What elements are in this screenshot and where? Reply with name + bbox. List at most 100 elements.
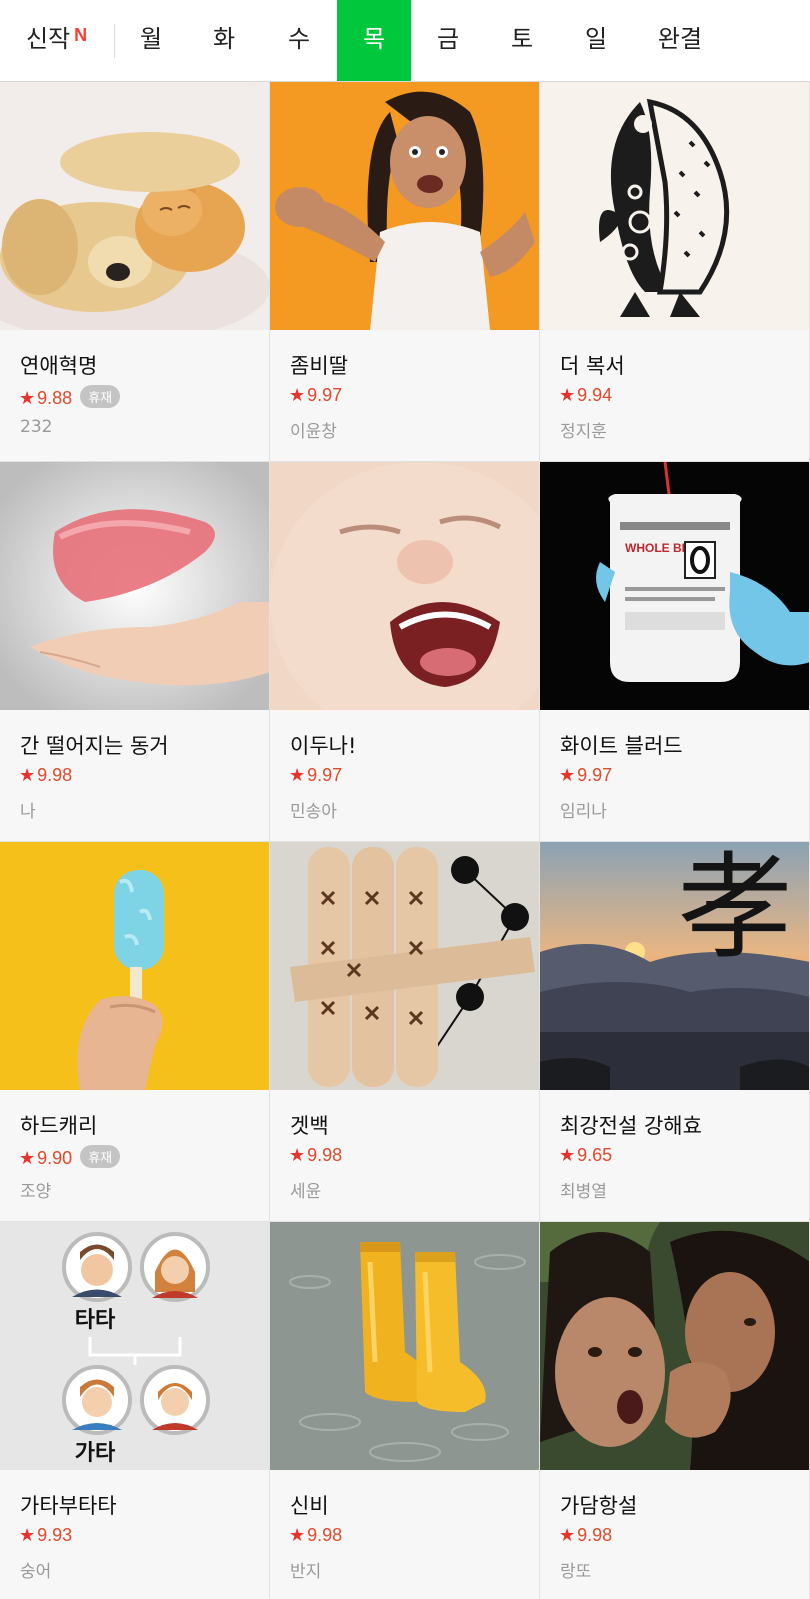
comic-rating: ★ 9.88 휴재 — [19, 385, 121, 409]
family-label-top: 타타 — [75, 1308, 116, 1333]
tab-new[interactable]: 신작 N — [14, 0, 114, 81]
comic-card[interactable]: 신비 ★ 9.98 반지 — [270, 1222, 540, 1599]
new-badge: N — [74, 25, 88, 45]
comic-title: 화이트 블러드 — [560, 734, 683, 758]
comic-card[interactable]: WHOLE BLOOD 화이트 블러드 ★ 9.97 임리나 — [540, 462, 810, 842]
comic-author: 반지 — [290, 1562, 322, 1582]
comic-info: 이두나! ★ 9.97 민송아 — [270, 710, 539, 841]
avatar — [62, 1232, 132, 1302]
thumbnail-yut-sticks — [270, 842, 539, 1090]
comic-card[interactable]: 간 떨어지는 동거 ★ 9.98 나 — [0, 462, 270, 842]
comic-rating: ★ 9.90 휴재 — [19, 1145, 121, 1169]
thumbnail-puppy-kitten — [0, 82, 269, 330]
comic-rating: ★ 9.65 — [559, 1145, 612, 1166]
comic-card[interactable]: 더 복서 ★ 9.94 정지훈 — [540, 82, 810, 462]
comic-author: 이윤창 — [290, 422, 337, 442]
comic-info: 좀비딸 ★ 9.97 이윤창 — [270, 330, 539, 461]
comic-author: 232 — [20, 417, 53, 437]
comic-title: 신비 — [290, 1494, 329, 1518]
comic-author: 랑또 — [560, 1562, 592, 1582]
comic-card[interactable]: 가담항설 ★ 9.98 랑또 — [540, 1222, 810, 1599]
thumbnail-liver-hand — [0, 462, 269, 710]
comic-card[interactable]: 타타 가타 가타부타타 ★ 9.93 숭어 — [0, 1222, 270, 1599]
thumbnail-yellow-boots — [270, 1222, 539, 1470]
comic-info: 더 복서 ★ 9.94 정지훈 — [540, 330, 809, 461]
comic-author: 최병열 — [560, 1182, 607, 1202]
thumbnail-sunset-hyo: 孝 — [540, 842, 809, 1090]
comic-author: 민송아 — [290, 802, 337, 822]
tab-label: 일 — [584, 25, 608, 53]
star-icon: ★ — [289, 765, 306, 785]
tab-new-label: 신작 — [26, 25, 71, 53]
tab-sun[interactable]: 일 — [561, 0, 631, 81]
comic-card[interactable]: 겟백 ★ 9.98 세윤 — [270, 842, 540, 1222]
comic-card[interactable]: 孝 최강전설 강해효 ★ 9.65 최병열 — [540, 842, 810, 1222]
family-label-bottom: 가타 — [75, 1441, 116, 1466]
star-icon: ★ — [19, 1525, 36, 1545]
rating-value: 9.97 — [307, 765, 343, 785]
tab-tue[interactable]: 화 — [189, 0, 259, 81]
comic-info: 간 떨어지는 동거 ★ 9.98 나 — [0, 710, 269, 841]
tab-label: 수 — [287, 25, 311, 53]
comic-rating: ★ 9.97 — [559, 765, 612, 786]
hyo-character: 孝 — [677, 842, 792, 975]
comic-card[interactable]: 하드캐리 ★ 9.90 휴재 조양 — [0, 842, 270, 1222]
comic-title: 연애혁명 — [20, 354, 98, 378]
comic-author: 세윤 — [290, 1182, 322, 1202]
tab-mon[interactable]: 월 — [116, 0, 186, 81]
star-icon: ★ — [559, 1145, 576, 1165]
tab-label: 토 — [510, 25, 534, 53]
comic-title: 가타부타타 — [20, 1494, 117, 1518]
comic-rating: ★ 9.94 — [559, 385, 612, 406]
weekday-tab-bar: 신작 N 월 화 수 목 금 토 일 완결 — [0, 0, 810, 82]
comic-author: 나 — [20, 802, 36, 822]
comic-info: 하드캐리 ★ 9.90 휴재 조양 — [0, 1090, 269, 1221]
tab-wed[interactable]: 수 — [264, 0, 334, 81]
rating-value: 9.93 — [37, 1525, 73, 1545]
rating-value: 9.88 — [37, 388, 73, 408]
hiatus-badge: 휴재 — [80, 385, 121, 408]
tab-completed[interactable]: 완결 — [640, 0, 720, 81]
star-icon: ★ — [289, 385, 306, 405]
rating-value: 9.98 — [577, 1525, 613, 1545]
comic-info: 겟백 ★ 9.98 세윤 — [270, 1090, 539, 1221]
star-icon: ★ — [19, 1148, 36, 1168]
comic-card[interactable]: 좀비딸 ★ 9.97 이윤창 — [270, 82, 540, 462]
comic-rating: ★ 9.93 — [19, 1525, 72, 1546]
avatar — [62, 1365, 132, 1435]
thumbnail-popsicle — [0, 842, 269, 1090]
comic-rating: ★ 9.98 — [289, 1525, 342, 1546]
tab-label: 목 — [362, 25, 386, 53]
tab-label: 월 — [139, 25, 163, 53]
comic-info: 가타부타타 ★ 9.93 숭어 — [0, 1470, 269, 1599]
thumbnail-family-tree: 타타 가타 — [0, 1222, 269, 1470]
thumbnail-zombie-girl — [270, 82, 539, 330]
comic-info: 화이트 블러드 ★ 9.97 임리나 — [540, 710, 809, 841]
comic-author: 숭어 — [20, 1562, 52, 1582]
rating-value: 9.97 — [577, 765, 613, 785]
comic-rating: ★ 9.97 — [289, 765, 342, 786]
comic-title: 하드캐리 — [20, 1114, 98, 1138]
tab-fri[interactable]: 금 — [413, 0, 483, 81]
tab-thu[interactable]: 목 — [337, 0, 411, 81]
comic-card[interactable]: 연애혁명 ★ 9.88 휴재 232 — [0, 82, 270, 462]
star-icon: ★ — [19, 765, 36, 785]
comic-author: 조양 — [20, 1182, 52, 1202]
comic-title: 이두나! — [290, 734, 357, 758]
comic-info: 신비 ★ 9.98 반지 — [270, 1470, 539, 1599]
comic-rating: ★ 9.98 — [289, 1145, 342, 1166]
avatar — [140, 1365, 210, 1435]
tab-divider — [114, 24, 115, 58]
comic-rating: ★ 9.98 — [559, 1525, 612, 1546]
rating-value: 9.90 — [37, 1148, 73, 1168]
comic-title: 좀비딸 — [290, 354, 348, 378]
rating-value: 9.65 — [577, 1145, 613, 1165]
tab-sat[interactable]: 토 — [487, 0, 557, 81]
comic-author: 정지훈 — [560, 422, 607, 442]
rating-value: 9.97 — [307, 385, 343, 405]
comic-card[interactable]: 이두나! ★ 9.97 민송아 — [270, 462, 540, 842]
comic-title: 최강전설 강해효 — [560, 1114, 702, 1138]
comic-title: 더 복서 — [560, 354, 625, 378]
rating-value: 9.98 — [37, 765, 73, 785]
comic-info: 연애혁명 ★ 9.88 휴재 232 — [0, 330, 269, 461]
